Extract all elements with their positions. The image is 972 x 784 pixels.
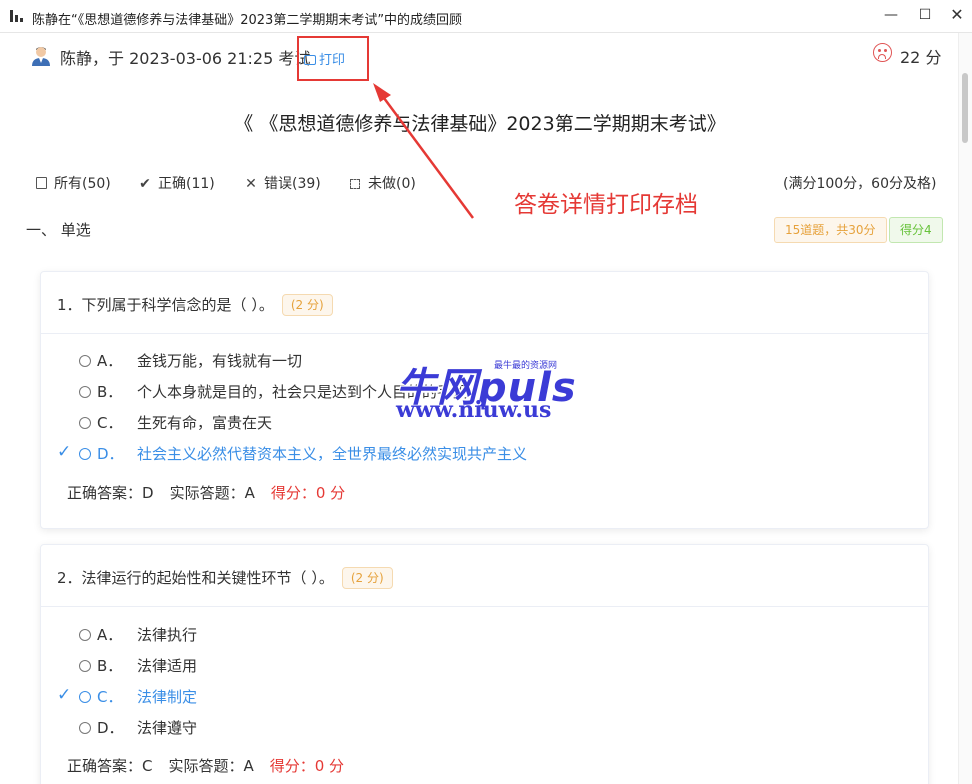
radio-icon[interactable] xyxy=(79,355,91,367)
question-card: 1．下列属于科学信念的是（ ）。 (2 分) A． 金钱万能，有钱就有一切 B． 个人… xyxy=(40,271,929,529)
question-card: 2．法律运行的起始性和关键性环节（ ）。 (2 分) A． 法律执行 B． 法律适用 … xyxy=(40,544,929,784)
correct-answer: 正确答案：D xyxy=(67,484,154,502)
radio-icon[interactable] xyxy=(79,386,91,398)
section-title: 一、 单选 xyxy=(26,221,91,239)
scroll-thumb[interactable] xyxy=(962,73,968,143)
question-header: 1．下列属于科学信念的是（ ）。 (2 分) xyxy=(41,272,928,334)
answer-row: 正确答案：C 实际答题：A 得分：0 分 xyxy=(67,755,360,776)
section-summary-tag: 15道题，共30分 xyxy=(774,217,887,243)
question-score: 得分：0 分 xyxy=(269,757,345,775)
actual-answer: 实际答题：A xyxy=(168,757,254,775)
option-a[interactable]: A． 法律执行 xyxy=(79,624,197,645)
option-c[interactable]: C． 法律制定 xyxy=(79,686,197,707)
question-points: (2 分) xyxy=(281,294,333,316)
question-stem: 2．法律运行的起始性和关键性环节（ ）。 (2 分) xyxy=(57,567,393,589)
radio-icon[interactable] xyxy=(79,417,91,429)
option-c[interactable]: C． 生死有命，富贵在天 xyxy=(79,412,272,433)
radio-icon[interactable] xyxy=(79,691,91,703)
option-b[interactable]: B． 个人本身就是目的，社会只是达到个人目的的手段 xyxy=(79,381,467,402)
question-stem: 1．下列属于科学信念的是（ ）。 (2 分) xyxy=(57,294,333,316)
correct-answer: 正确答案：C xyxy=(67,757,153,775)
radio-icon[interactable] xyxy=(79,629,91,641)
actual-answer: 实际答题：A xyxy=(169,484,255,502)
radio-icon[interactable] xyxy=(79,722,91,734)
radio-icon[interactable] xyxy=(79,660,91,672)
option-d[interactable]: D． 社会主义必然代替资本主义，全世界最终必然实现共产主义 xyxy=(79,443,527,464)
section-score-tag: 得分4 xyxy=(889,217,943,243)
correct-check-icon: ✓ xyxy=(57,442,72,462)
question-header: 2．法律运行的起始性和关键性环节（ ）。 (2 分) xyxy=(41,545,928,607)
annotation-text: 答卷详情打印存档 xyxy=(514,192,698,218)
option-b[interactable]: B． 法律适用 xyxy=(79,655,197,676)
question-score: 得分：0 分 xyxy=(270,484,346,502)
answer-row: 正确答案：D 实际答题：A 得分：0 分 xyxy=(67,482,361,503)
radio-icon[interactable] xyxy=(79,448,91,460)
question-points: (2 分) xyxy=(341,567,393,589)
vertical-scrollbar[interactable] xyxy=(958,33,972,784)
correct-check-icon: ✓ xyxy=(57,685,72,705)
option-d[interactable]: D． 法律遵守 xyxy=(79,717,197,738)
option-a[interactable]: A． 金钱万能，有钱就有一切 xyxy=(79,350,302,371)
